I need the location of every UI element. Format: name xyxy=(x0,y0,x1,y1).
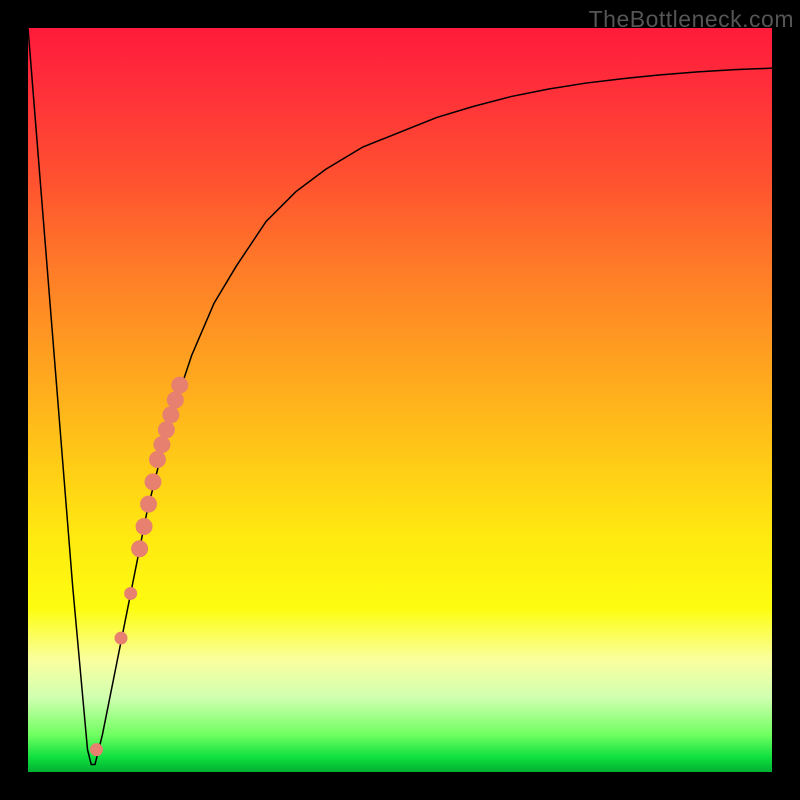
marker-dot xyxy=(163,407,179,423)
marker-dot xyxy=(90,744,102,756)
markers-group xyxy=(90,377,187,756)
marker-dot xyxy=(158,422,174,438)
chart-svg xyxy=(28,28,772,772)
chart-container: TheBottleneck.com xyxy=(0,0,800,800)
marker-dot xyxy=(149,452,165,468)
marker-dot xyxy=(141,496,157,512)
plot-area xyxy=(28,28,772,772)
watermark-label: TheBottleneck.com xyxy=(589,6,794,33)
bottleneck-curve xyxy=(28,28,772,765)
marker-dot xyxy=(172,377,188,393)
marker-dot xyxy=(136,518,152,534)
marker-dot xyxy=(145,474,161,490)
marker-dot xyxy=(115,632,127,644)
marker-dot xyxy=(125,587,137,599)
marker-dot xyxy=(167,392,183,408)
marker-dot xyxy=(132,541,148,557)
marker-dot xyxy=(154,437,170,453)
